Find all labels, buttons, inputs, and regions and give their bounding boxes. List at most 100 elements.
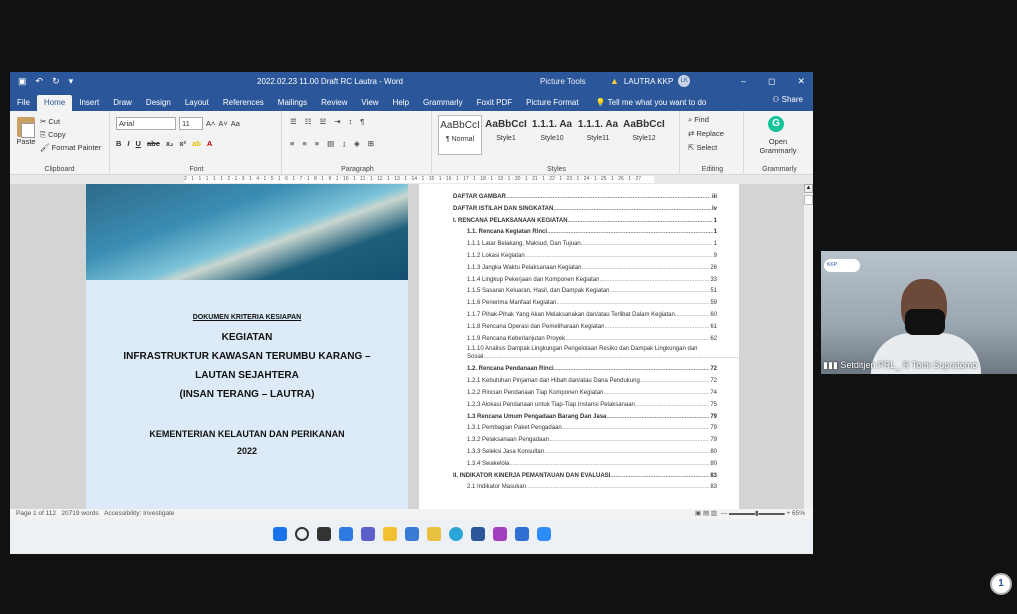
maximize-button[interactable]: ◻ — [768, 76, 775, 87]
select-button[interactable]: ⇱ Select — [688, 143, 717, 152]
toc-entry[interactable]: 1.3.1 Pembagian Paket Pengadaan 79 — [453, 423, 717, 435]
word-count[interactable]: 20719 words — [61, 510, 98, 517]
bullets-icon[interactable]: ☰ — [290, 117, 297, 126]
format-painter-button[interactable]: 🖌 Format Painter — [40, 141, 101, 154]
redo-icon[interactable]: ↻ — [52, 76, 60, 87]
replace-button[interactable]: ⇄ Replace — [688, 129, 724, 138]
account-area[interactable]: ▲ LAUTRA KKP LK — [610, 75, 691, 87]
store-icon[interactable] — [404, 527, 419, 541]
word-icon[interactable] — [470, 527, 485, 541]
italic-icon[interactable]: I — [127, 139, 129, 148]
toc-entry[interactable]: 1.1.7 Pihak-Pihak Yang Akan Melaksanakan… — [453, 310, 717, 322]
align-left-icon[interactable]: ≡ — [290, 139, 294, 148]
chat-icon[interactable] — [360, 527, 375, 541]
save-icon[interactable]: ▣ — [18, 76, 27, 87]
align-right-icon[interactable]: ≡ — [315, 139, 319, 148]
avatar[interactable]: LK — [678, 75, 691, 87]
zoom-icon[interactable] — [536, 527, 551, 541]
font-name-input[interactable]: Arial — [116, 117, 176, 130]
toc-entry[interactable]: DAFTAR GAMBAR iii — [453, 192, 717, 204]
page-count[interactable]: Page 1 of 112 — [16, 510, 56, 517]
tab-help[interactable]: Help — [386, 95, 416, 111]
horizontal-ruler[interactable]: 2 · 1 · 1 · 1 · 1 · 1 · 2 · 1 · 3 · 1 · … — [10, 175, 813, 184]
highlight-icon[interactable]: ab — [192, 139, 201, 148]
sort-icon[interactable]: ↕ — [349, 117, 353, 126]
toc-entry[interactable]: II. INDIKATOR KINERJA PEMANTAUAN DAN EVA… — [453, 471, 717, 483]
align-center-icon[interactable]: ≡ — [302, 139, 306, 148]
zoom-level[interactable]: 65% — [792, 510, 805, 517]
toc-entry[interactable]: 1.1.8 Rencana Operasi dan Pemeliharaan K… — [453, 322, 717, 334]
copy-button[interactable]: ⎘ Copy — [40, 128, 101, 141]
tab-draw[interactable]: Draw — [106, 95, 139, 111]
toc-entry[interactable]: 1.3.2 Pelaksanaan Pengadaan 79 — [453, 435, 717, 447]
justify-icon[interactable]: ▤ — [327, 139, 334, 148]
open-grammarly-button[interactable]: Open Grammarly — [756, 137, 800, 155]
toc-entry[interactable]: 1.1. Rencana Kegiatan Rinci 1 — [453, 227, 717, 239]
grammarly-icon[interactable]: G — [768, 116, 784, 132]
share-button[interactable]: ⚇ Share — [772, 95, 803, 104]
underline-icon[interactable]: U — [136, 139, 141, 148]
shading-icon[interactable]: ◈ — [354, 139, 360, 148]
tab-grammarly[interactable]: Grammarly — [416, 95, 470, 111]
tell-me-search[interactable]: 💡 Tell me what you want to do — [596, 95, 707, 111]
style-normal[interactable]: AaBbCcI ¶ Normal — [438, 115, 482, 155]
start-icon[interactable] — [272, 527, 287, 541]
toc-entry[interactable]: 2.1 Indikator Masukan 83 — [453, 482, 717, 494]
toc-entry[interactable]: 1.3.4 Swakelola 80 — [453, 459, 717, 471]
tab-layout[interactable]: Layout — [178, 95, 216, 111]
file-explorer-icon[interactable] — [382, 527, 397, 541]
task-view-icon[interactable] — [316, 527, 331, 541]
subscript-icon[interactable]: x₂ — [166, 139, 174, 148]
toc-entry[interactable]: 1.3 Rencana Umum Pengadaan Barang Dan Ja… — [453, 412, 717, 424]
accessibility-status[interactable]: Accessibility: Investigate — [104, 510, 174, 517]
indent-icon[interactable]: ⇥ — [334, 117, 340, 126]
style-10[interactable]: 1.1.1. Aa Style10 — [530, 115, 574, 155]
toc-entry[interactable]: 1.2.2 Rincian Pendanaan Tiap Komponen Ke… — [453, 388, 717, 400]
toc-entry[interactable]: 1.1.3 Jangka Waktu Pelaksanaan Kegiatan 2… — [453, 263, 717, 275]
toc-entry[interactable]: 1.1.2 Lokasi Kegiatan 9 — [453, 251, 717, 263]
toc-entry[interactable]: 1.2.1 Kebutuhan Pinjaman dan Hibah dan/a… — [453, 376, 717, 388]
tab-design[interactable]: Design — [139, 95, 178, 111]
scroll-up-icon[interactable]: ▲ — [804, 184, 813, 193]
toc-entry[interactable]: 1.1.6 Penerima Manfaat Kegiatan 59 — [453, 298, 717, 310]
document-area[interactable]: DOKUMEN KRITERIA KESIAPAN KEGIATAN INFRA… — [10, 184, 804, 546]
paste-button[interactable]: Paste — [16, 117, 36, 146]
tab-mailings[interactable]: Mailings — [271, 95, 314, 111]
minimize-button[interactable]: – — [741, 76, 746, 87]
style-1[interactable]: AaBbCcI Style1 — [484, 115, 528, 155]
tab-review[interactable]: Review — [314, 95, 354, 111]
toc-entry[interactable]: 1.1.10 Analisis Dampak Lingkungan Pengel… — [453, 345, 739, 364]
widgets-icon[interactable] — [338, 527, 353, 541]
search-icon[interactable] — [294, 527, 309, 541]
superscript-icon[interactable]: x² — [179, 139, 186, 148]
close-button[interactable]: ✕ — [797, 76, 805, 87]
tab-home[interactable]: Home — [36, 95, 73, 111]
toc-entry[interactable]: 1.1.1 Latar Belakang, Maksud, Dan Tujuan… — [453, 239, 717, 251]
tab-picture-format[interactable]: Picture Format — [519, 95, 585, 111]
notification-badge[interactable]: 1 — [990, 573, 1012, 595]
view-icons[interactable]: ▣ ▤ ▥ — [695, 510, 719, 517]
font-color-icon[interactable]: A — [207, 139, 212, 148]
bold-icon[interactable]: B — [116, 139, 121, 148]
borders-icon[interactable]: ⊞ — [368, 139, 374, 148]
toc-entry[interactable]: 1.2. Rencana Pendanaan Rinci 72 — [453, 364, 717, 376]
tab-view[interactable]: View — [354, 95, 385, 111]
tab-file[interactable]: File — [10, 95, 37, 111]
style-12[interactable]: AaBbCcI Style12 — [622, 115, 666, 155]
toc-entry[interactable]: 1.1.5 Sasaran Keluaran, Hasil, dan Dampa… — [453, 286, 717, 298]
app-icon[interactable] — [514, 527, 529, 541]
font-size-input[interactable]: 11 — [179, 117, 203, 130]
toc-entry[interactable]: 1.2.3 Alokasi Pendanaan untuk Tiap-Tiap … — [453, 400, 717, 412]
multilevel-icon[interactable]: ☱ — [319, 117, 326, 126]
vertical-scrollbar[interactable]: ▲ — [804, 184, 813, 546]
tab-insert[interactable]: Insert — [72, 95, 106, 111]
tab-references[interactable]: References — [216, 95, 271, 111]
change-case-icon[interactable]: Aa — [231, 119, 240, 128]
scroll-thumb[interactable] — [804, 195, 813, 205]
toc-entry[interactable]: 1.1.4 Lingkup Pekerjaan dan Komponen Keg… — [453, 275, 717, 287]
powerpoint-icon[interactable] — [492, 527, 507, 541]
toc-entry[interactable]: 1.1.9 Rencana Keberlanjutan Proyek 62 — [453, 334, 717, 346]
find-button[interactable]: ⌕ Find — [688, 115, 709, 125]
edge-icon[interactable] — [448, 527, 463, 541]
shrink-font-icon[interactable]: A˅ — [218, 119, 227, 128]
